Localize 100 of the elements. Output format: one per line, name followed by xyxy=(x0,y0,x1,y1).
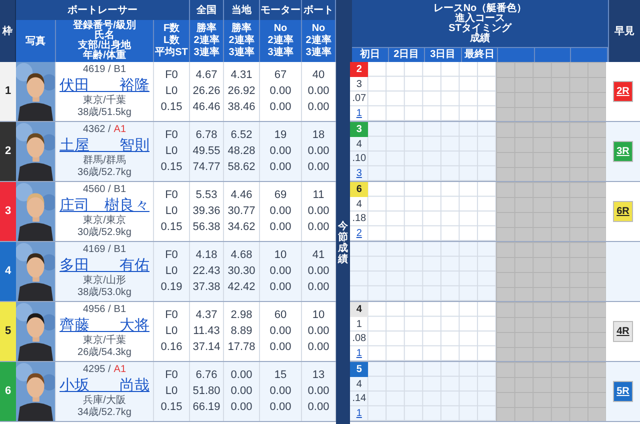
stat-value: 2.98 xyxy=(230,310,252,321)
stat-value: 0.00 xyxy=(230,370,252,381)
frame-number-cell: 5 xyxy=(0,302,16,361)
stat-value: 10 xyxy=(274,250,287,261)
frame-number-cell: 2 xyxy=(0,122,16,181)
stat-value: 0.00 xyxy=(308,402,330,413)
stat-value: 40 xyxy=(312,70,325,81)
racer-class: B1 xyxy=(114,185,126,195)
registration-number: 4169 / xyxy=(82,245,111,255)
stat-value: 6.76 xyxy=(196,370,218,381)
stat-value: 0.00 xyxy=(270,222,292,233)
stat-value: 17.78 xyxy=(228,342,256,353)
race-number-badge: 4 xyxy=(350,302,368,317)
stat-value: 0.00 xyxy=(270,266,292,277)
stat-value: 74.77 xyxy=(192,162,220,173)
race-number-badge: 5 xyxy=(350,362,368,377)
stat-value: F0 xyxy=(165,70,178,81)
finish-rank-link[interactable]: 3 xyxy=(356,166,362,182)
stat-value: 4.67 xyxy=(196,70,218,81)
racer-name-link[interactable]: 伏田 裕隆 xyxy=(60,78,150,93)
stat-value: 0.00 xyxy=(270,162,292,173)
stat-value: 10 xyxy=(312,310,325,321)
stat-value: 0.00 xyxy=(308,146,330,157)
stat-value: 0.00 xyxy=(308,386,330,397)
stat-value: 67 xyxy=(274,70,287,81)
stat-value: F0 xyxy=(165,370,178,381)
frame-number-cell: 6 xyxy=(0,362,16,421)
stat-value: 58.62 xyxy=(228,162,256,173)
column-group-header: 全国 xyxy=(196,4,216,18)
age-weight: 36歳/52.7kg xyxy=(78,168,132,178)
course-number: 4 xyxy=(356,198,362,212)
stat-value: 11 xyxy=(312,190,324,201)
stat-value: 0.00 xyxy=(270,326,292,337)
race-number-badge: 2 xyxy=(350,62,368,77)
stat-value: 4.46 xyxy=(230,190,252,201)
stat-value: 0.00 xyxy=(270,402,292,413)
racer-name-link[interactable]: 小坂 尚哉 xyxy=(60,378,150,393)
finish-rank-link[interactable]: 1 xyxy=(356,106,362,122)
early-race-badge[interactable]: 4R xyxy=(612,321,634,342)
racer-name-link[interactable]: 多田 有佑 xyxy=(60,258,150,273)
day-header: 初日 xyxy=(360,50,380,60)
stat-value: 0.00 xyxy=(270,386,292,397)
age-weight: 26歳/54.3kg xyxy=(78,348,132,358)
branch-birthplace: 兵庫/大阪 xyxy=(83,396,126,406)
column-header: 早見 xyxy=(614,24,634,38)
finish-rank-link[interactable]: 2 xyxy=(356,226,362,242)
stat-value: F0 xyxy=(165,130,178,141)
stat-value: 13 xyxy=(312,370,325,381)
racer-name-link[interactable]: 齊藤 大将 xyxy=(60,318,150,333)
frame-number-cell: 3 xyxy=(0,182,16,241)
column-header: 勝率 2連率 3連率 xyxy=(194,23,220,59)
start-timing: .07 xyxy=(352,92,366,106)
column-group-header: モーター xyxy=(260,4,300,18)
start-timing: .10 xyxy=(352,152,366,166)
stat-value: 26.92 xyxy=(228,86,256,97)
stat-value: 0.00 xyxy=(230,402,252,413)
column-header: No 2連率 3連率 xyxy=(268,23,294,59)
stat-value: 30.77 xyxy=(228,206,256,217)
early-race-badge[interactable]: 6R xyxy=(612,201,634,222)
stat-value: 0.00 xyxy=(308,222,330,233)
finish-rank-link[interactable]: 1 xyxy=(356,406,362,422)
column-header: 写真 xyxy=(26,34,46,48)
registration-number: 4560 / xyxy=(82,185,111,195)
stat-value: 0.00 xyxy=(270,102,292,113)
stat-value: 18 xyxy=(312,130,325,141)
stat-value: 42.42 xyxy=(228,282,256,293)
early-race-badge[interactable]: 5R xyxy=(612,381,634,402)
stat-value: L0 xyxy=(165,386,178,397)
stat-value: 19 xyxy=(274,130,287,141)
stat-value: 0.00 xyxy=(308,86,330,97)
stat-value: F0 xyxy=(165,190,178,201)
stat-value: 6.78 xyxy=(196,130,218,141)
side-label: 今節成績 xyxy=(338,221,348,265)
column-group-header: ボート xyxy=(304,4,334,18)
stat-value: 0.19 xyxy=(160,282,182,293)
racer-name-link[interactable]: 庄司 樹良々 xyxy=(60,198,150,213)
age-weight: 38歳/51.5kg xyxy=(78,108,132,118)
stat-value: 0.00 xyxy=(270,342,292,353)
column-group-header: レースNo（艇番色） 進入コース STタイミング 成績 xyxy=(433,4,527,44)
finish-rank-link[interactable]: 1 xyxy=(356,346,362,362)
early-race-badge[interactable]: 2R xyxy=(612,81,634,102)
stat-value: 48.28 xyxy=(228,146,256,157)
registration-number: 4619 / xyxy=(82,65,111,75)
stat-value: 0.00 xyxy=(270,146,292,157)
column-header: F数 L数 平均ST xyxy=(155,23,188,59)
stat-value: 41 xyxy=(312,250,325,261)
stat-value: 0.15 xyxy=(160,402,182,413)
stat-value: 34.62 xyxy=(228,222,256,233)
branch-birthplace: 東京/千葉 xyxy=(83,96,126,106)
stat-value: 0.00 xyxy=(308,342,330,353)
column-header: No 2連率 3連率 xyxy=(306,23,332,59)
start-timing: .18 xyxy=(352,212,366,226)
stat-value: 26.26 xyxy=(192,86,220,97)
race-number-badge: 3 xyxy=(350,122,368,137)
stat-value: 0.15 xyxy=(160,162,182,173)
stat-value: 0.00 xyxy=(308,162,330,173)
racer-name-link[interactable]: 土屋 智則 xyxy=(60,138,150,153)
stat-value: 56.38 xyxy=(192,222,220,233)
stat-value: 11.43 xyxy=(193,326,220,337)
stat-value: 38.46 xyxy=(228,102,256,113)
